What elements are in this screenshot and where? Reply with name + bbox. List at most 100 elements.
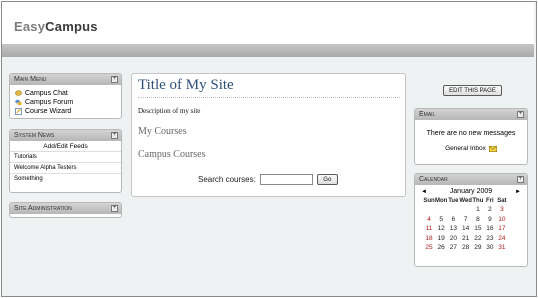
calendar-day[interactable]: 10 bbox=[496, 215, 508, 225]
site-admin-title: Site Administration bbox=[14, 205, 72, 212]
weekday-tue: Tue bbox=[448, 197, 459, 204]
calendar-week: 1 2 3 bbox=[423, 205, 508, 215]
collapse-icon[interactable]: + bbox=[517, 111, 524, 118]
edit-page-button[interactable]: EDIT THIS PAGE bbox=[443, 85, 502, 96]
calendar-day[interactable]: 25 bbox=[423, 243, 435, 253]
weekday-fri: Fri bbox=[486, 197, 494, 204]
weekday-row: Sun Mon Tue Wed Thu Fri Sat bbox=[423, 196, 508, 205]
calendar-day[interactable]: 2 bbox=[484, 205, 496, 215]
calendar-day[interactable] bbox=[459, 205, 472, 215]
weekday-sat: Sat bbox=[497, 197, 507, 204]
news-item-tutorials[interactable]: Tutorials bbox=[10, 152, 121, 163]
calendar-day[interactable]: 29 bbox=[472, 243, 484, 253]
calendar-day[interactable]: 16 bbox=[484, 224, 496, 234]
email-message: There are no new messages bbox=[426, 130, 516, 137]
calendar-title: Calendar bbox=[419, 176, 448, 183]
course-search: Search courses: Go bbox=[198, 174, 338, 185]
calendar-day[interactable]: 7 bbox=[459, 215, 472, 225]
calendar-week: 11 12 13 14 15 16 17 bbox=[423, 224, 508, 234]
envelope-icon bbox=[488, 145, 497, 152]
calendar-month: January 2009 bbox=[449, 188, 493, 195]
collapse-icon[interactable]: + bbox=[111, 132, 118, 139]
system-news-block: System News + Add/Edit Feeds Tutorials W… bbox=[9, 129, 122, 193]
title-divider bbox=[138, 97, 400, 98]
menu-item-label: Campus Chat bbox=[25, 90, 68, 97]
collapse-icon[interactable]: + bbox=[111, 76, 118, 83]
calendar-day[interactable]: 30 bbox=[484, 243, 496, 253]
main-menu-block: Main Menu + Campus Chat Campus Forum Cou… bbox=[9, 73, 122, 119]
site-description: Description of my site bbox=[138, 107, 201, 115]
calendar-day[interactable]: 26 bbox=[435, 243, 447, 253]
wizard-icon bbox=[15, 108, 22, 115]
calendar-week: 18 19 20 21 22 23 24 bbox=[423, 234, 508, 244]
collapse-icon[interactable]: + bbox=[111, 205, 118, 212]
my-courses-heading: My Courses bbox=[138, 126, 187, 137]
site-admin-block: Site Administration + bbox=[9, 202, 122, 218]
header-band bbox=[2, 44, 534, 57]
calendar-day[interactable]: 19 bbox=[435, 234, 447, 244]
calendar-block: Calendar + ◄ January 2009 ► Sun Mon Tue … bbox=[414, 173, 528, 267]
menu-item-campus-forum[interactable]: Campus Forum bbox=[10, 98, 121, 107]
chat-icon bbox=[15, 90, 22, 97]
next-month-icon[interactable]: ► bbox=[515, 189, 521, 195]
calendar-day[interactable]: 28 bbox=[459, 243, 472, 253]
weekday-mon: Mon bbox=[435, 197, 448, 204]
campus-courses-heading: Campus Courses bbox=[138, 149, 206, 160]
calendar-day[interactable]: 8 bbox=[472, 215, 484, 225]
news-item-welcome[interactable]: Welcome Alpha Testers bbox=[10, 163, 121, 174]
logo-campus: Campus bbox=[45, 19, 98, 34]
calendar-day[interactable]: 11 bbox=[423, 224, 435, 234]
menu-item-label: Campus Forum bbox=[25, 99, 74, 106]
logo-easy: Easy bbox=[14, 19, 46, 34]
calendar-week: 4 5 6 7 8 9 10 bbox=[423, 215, 508, 225]
menu-item-course-wizard[interactable]: Course Wizard bbox=[10, 107, 121, 116]
calendar-day[interactable]: 24 bbox=[496, 234, 508, 244]
general-inbox-label: General Inbox bbox=[445, 145, 486, 152]
email-header: Email + bbox=[415, 109, 527, 120]
calendar-grid: Sun Mon Tue Wed Thu Fri Sat 1 2 3 4 5 6 … bbox=[423, 196, 508, 253]
site-logo[interactable]: EasyCampus bbox=[14, 19, 98, 34]
calendar-day[interactable]: 13 bbox=[447, 224, 459, 234]
calendar-day[interactable]: 5 bbox=[435, 215, 447, 225]
calendar-day[interactable]: 4 bbox=[423, 215, 435, 225]
calendar-day[interactable]: 22 bbox=[472, 234, 484, 244]
general-inbox-link[interactable]: General Inbox bbox=[415, 145, 527, 152]
calendar-day[interactable] bbox=[423, 205, 435, 215]
calendar-nav: ◄ January 2009 ► bbox=[415, 185, 527, 196]
main-menu-header: Main Menu + bbox=[10, 74, 121, 85]
calendar-day[interactable]: 20 bbox=[447, 234, 459, 244]
prev-month-icon[interactable]: ◄ bbox=[421, 189, 427, 195]
calendar-day[interactable]: 12 bbox=[435, 224, 447, 234]
main-menu-title: Main Menu bbox=[14, 76, 47, 83]
weekday-sun: Sun bbox=[423, 197, 435, 204]
collapse-icon[interactable]: + bbox=[517, 176, 524, 183]
go-button[interactable]: Go bbox=[316, 174, 338, 185]
calendar-day[interactable]: 31 bbox=[496, 243, 508, 253]
system-news-header: System News + bbox=[10, 130, 121, 141]
calendar-day[interactable]: 21 bbox=[459, 234, 472, 244]
calendar-day[interactable]: 18 bbox=[423, 234, 435, 244]
calendar-day[interactable]: 9 bbox=[484, 215, 496, 225]
calendar-day[interactable]: 23 bbox=[484, 234, 496, 244]
calendar-day[interactable] bbox=[435, 205, 447, 215]
calendar-day[interactable]: 15 bbox=[472, 224, 484, 234]
main-content: Title of My Site Description of my site … bbox=[131, 73, 406, 197]
news-item-something[interactable]: Something bbox=[10, 174, 121, 185]
calendar-day[interactable]: 3 bbox=[496, 205, 508, 215]
email-title: Email bbox=[419, 111, 436, 118]
email-block: Email + There are no new messages Genera… bbox=[414, 108, 528, 165]
search-input[interactable] bbox=[259, 174, 313, 185]
site-admin-header[interactable]: Site Administration + bbox=[10, 203, 121, 214]
calendar-day[interactable]: 14 bbox=[459, 224, 472, 234]
menu-item-campus-chat[interactable]: Campus Chat bbox=[10, 89, 121, 98]
system-news-title: System News bbox=[14, 132, 55, 139]
search-label: Search courses: bbox=[198, 175, 256, 184]
calendar-day[interactable]: 1 bbox=[472, 205, 484, 215]
calendar-day[interactable]: 27 bbox=[447, 243, 459, 253]
weekday-wed: Wed bbox=[459, 197, 472, 204]
calendar-day[interactable] bbox=[447, 205, 459, 215]
calendar-day[interactable]: 6 bbox=[447, 215, 459, 225]
add-edit-feeds-link[interactable]: Add/Edit Feeds bbox=[10, 141, 121, 152]
calendar-day[interactable]: 17 bbox=[496, 224, 508, 234]
weekday-thu: Thu bbox=[472, 197, 484, 204]
